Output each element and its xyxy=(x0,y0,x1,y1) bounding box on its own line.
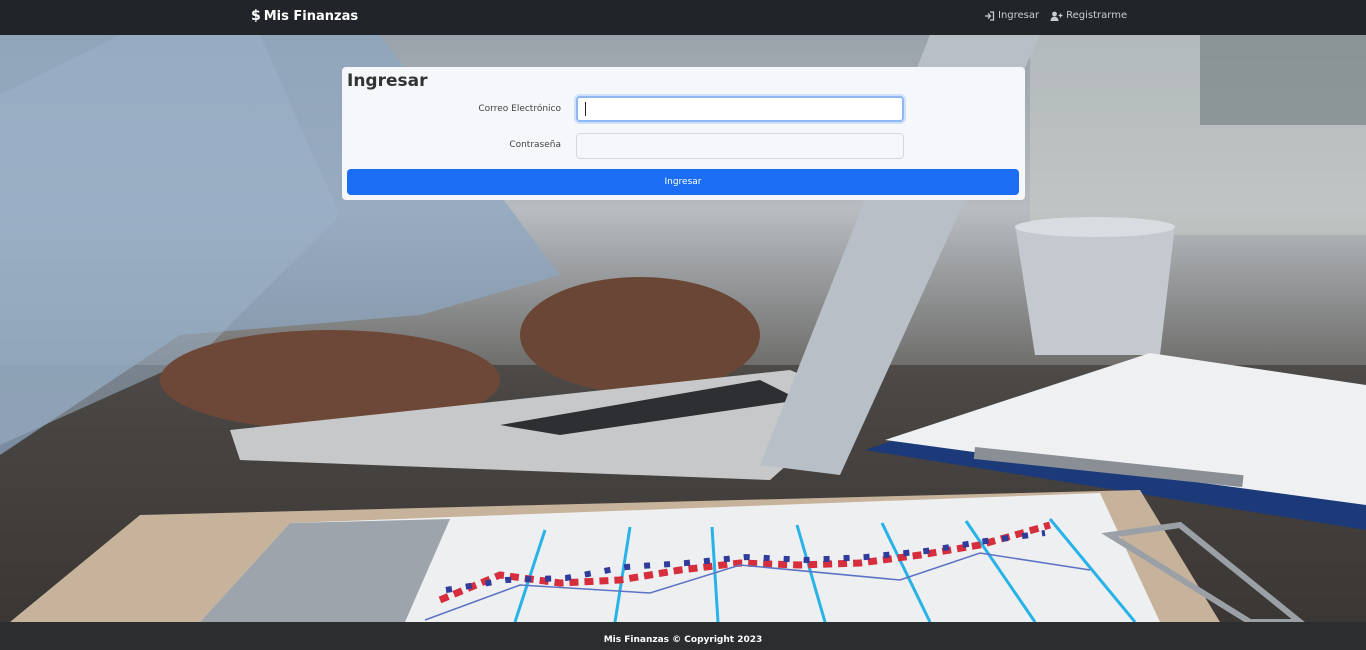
login-card: Ingresar Correo Electrónico Contraseña I… xyxy=(342,67,1025,200)
nav-link-register-label: Registrarme xyxy=(1066,10,1128,21)
brand-name: Mis Finanzas xyxy=(263,8,359,24)
nav-links: Ingresar Registrarme xyxy=(984,10,1127,21)
top-navbar: $ Mis Finanzas Ingresar Registrarme xyxy=(0,0,1366,35)
password-label: Contraseña xyxy=(509,140,561,150)
password-field[interactable] xyxy=(576,133,904,159)
sign-in-icon xyxy=(984,10,995,21)
brand-link[interactable]: $ Mis Finanzas xyxy=(251,8,358,24)
footer: Mis Finanzas © Copyright 2023 xyxy=(0,622,1366,650)
email-label: Correo Electrónico xyxy=(478,104,561,114)
login-title: Ingresar xyxy=(347,71,428,91)
nav-link-register[interactable]: Registrarme xyxy=(1050,10,1127,21)
dollar-icon: $ xyxy=(251,8,261,24)
login-submit-button[interactable]: Ingresar xyxy=(347,169,1019,195)
text-cursor xyxy=(585,102,586,116)
user-plus-icon xyxy=(1050,11,1063,21)
email-field[interactable] xyxy=(576,96,904,122)
footer-copyright: Mis Finanzas © Copyright 2023 xyxy=(603,635,763,645)
nav-link-login[interactable]: Ingresar xyxy=(984,10,1039,21)
nav-link-login-label: Ingresar xyxy=(998,10,1040,21)
